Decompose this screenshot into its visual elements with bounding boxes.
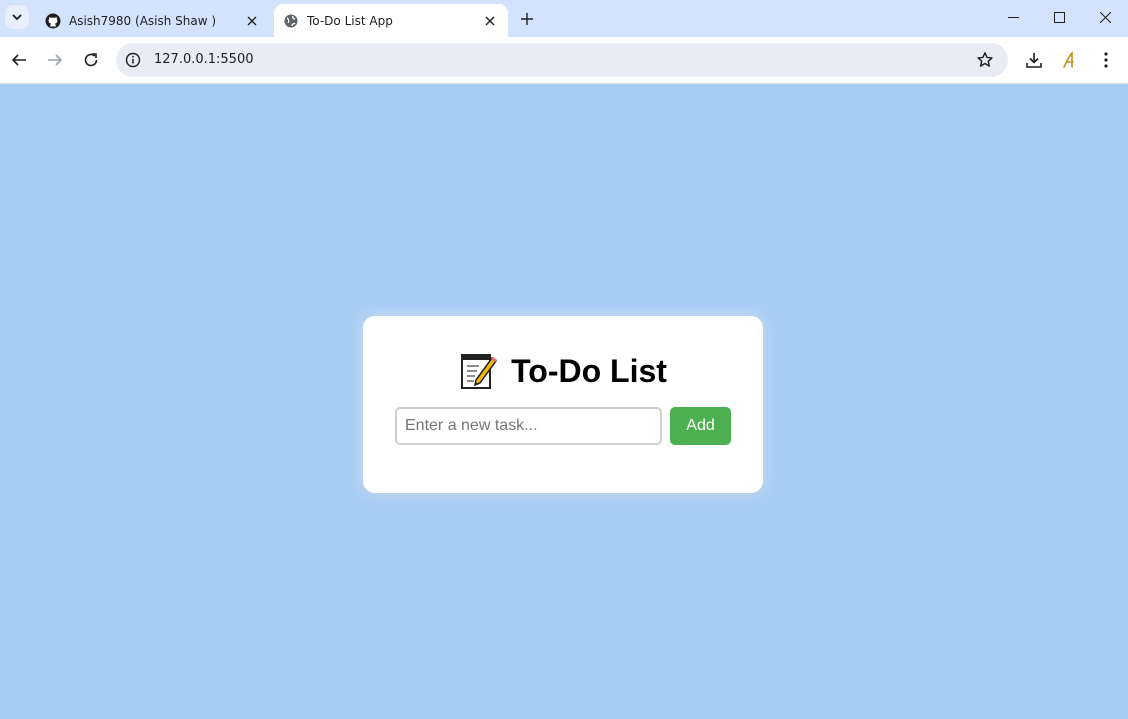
maximize-icon <box>1053 11 1065 23</box>
chevron-down-icon <box>12 14 22 21</box>
close-icon[interactable] <box>482 13 498 29</box>
minimize-button[interactable] <box>990 0 1036 34</box>
back-button[interactable] <box>5 46 33 74</box>
tab-github[interactable]: Asish7980 (Asish Shaw ) <box>36 4 270 37</box>
todo-card: To-Do List Add <box>363 316 763 493</box>
plus-icon <box>521 13 533 25</box>
address-bar[interactable]: 127.0.0.1:5500 <box>116 43 1008 77</box>
tab-search-button[interactable] <box>5 5 29 29</box>
globe-icon <box>283 13 299 29</box>
more-vert-icon <box>1104 52 1108 68</box>
memo-icon <box>461 354 498 389</box>
browser-toolbar: 127.0.0.1:5500 <box>0 37 1128 84</box>
download-icon <box>1026 53 1042 68</box>
github-icon <box>45 13 61 29</box>
extension-button[interactable] <box>1057 48 1081 72</box>
tab-title: Asish7980 (Asish Shaw ) <box>69 13 217 28</box>
tab-title: To-Do List App <box>307 13 393 28</box>
downloads-button[interactable] <box>1022 48 1046 72</box>
reload-icon <box>84 53 98 67</box>
tab-strip: Asish7980 (Asish Shaw ) To-Do List App <box>0 0 1128 37</box>
task-input[interactable] <box>395 407 662 445</box>
arrow-right-icon <box>48 54 63 66</box>
tab-todo[interactable]: To-Do List App <box>274 4 508 37</box>
new-tab-button[interactable] <box>516 8 538 30</box>
forward-button[interactable] <box>41 46 69 74</box>
arrow-left-icon <box>11 54 26 66</box>
page-title: To-Do List <box>363 352 763 390</box>
font-extension-icon <box>1063 51 1074 68</box>
minimize-icon <box>1007 16 1019 18</box>
url-text: 127.0.0.1:5500 <box>154 52 254 67</box>
reload-button[interactable] <box>77 46 105 74</box>
maximize-button[interactable] <box>1036 0 1082 34</box>
close-window-button[interactable] <box>1082 0 1128 34</box>
heading-text: To-Do List <box>511 352 667 389</box>
bookmark-star-icon[interactable] <box>976 51 994 69</box>
menu-button[interactable] <box>1094 48 1118 72</box>
close-icon <box>1099 11 1111 23</box>
close-icon[interactable] <box>244 13 260 29</box>
info-icon[interactable] <box>125 52 141 68</box>
add-button[interactable]: Add <box>670 407 731 445</box>
